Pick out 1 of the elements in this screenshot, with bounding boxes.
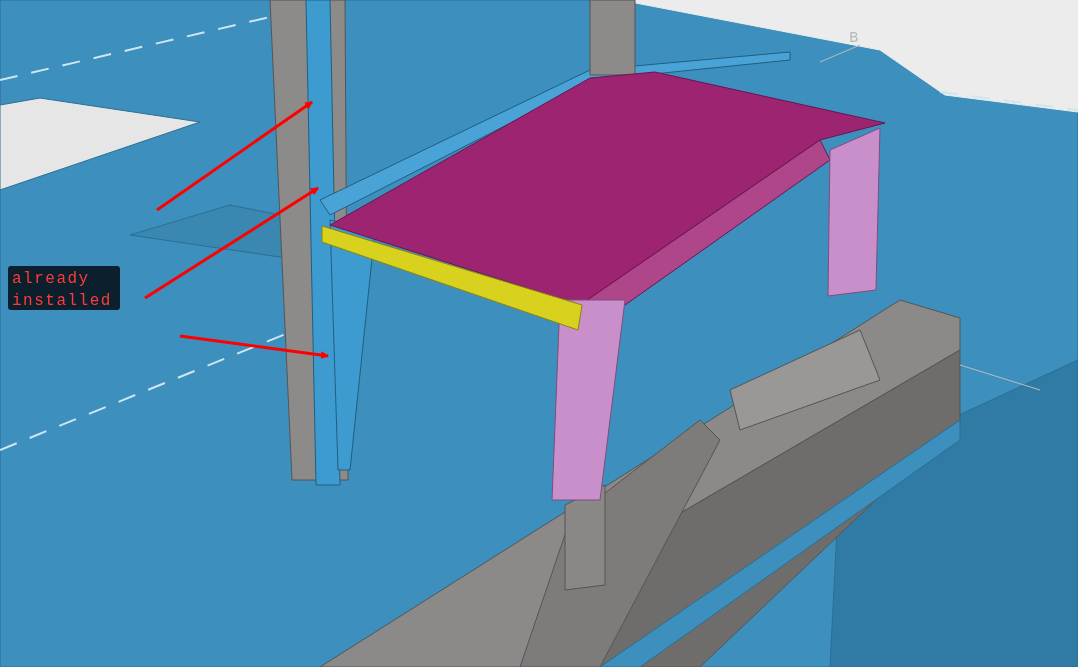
annotation-text: already installed: [8, 266, 120, 310]
